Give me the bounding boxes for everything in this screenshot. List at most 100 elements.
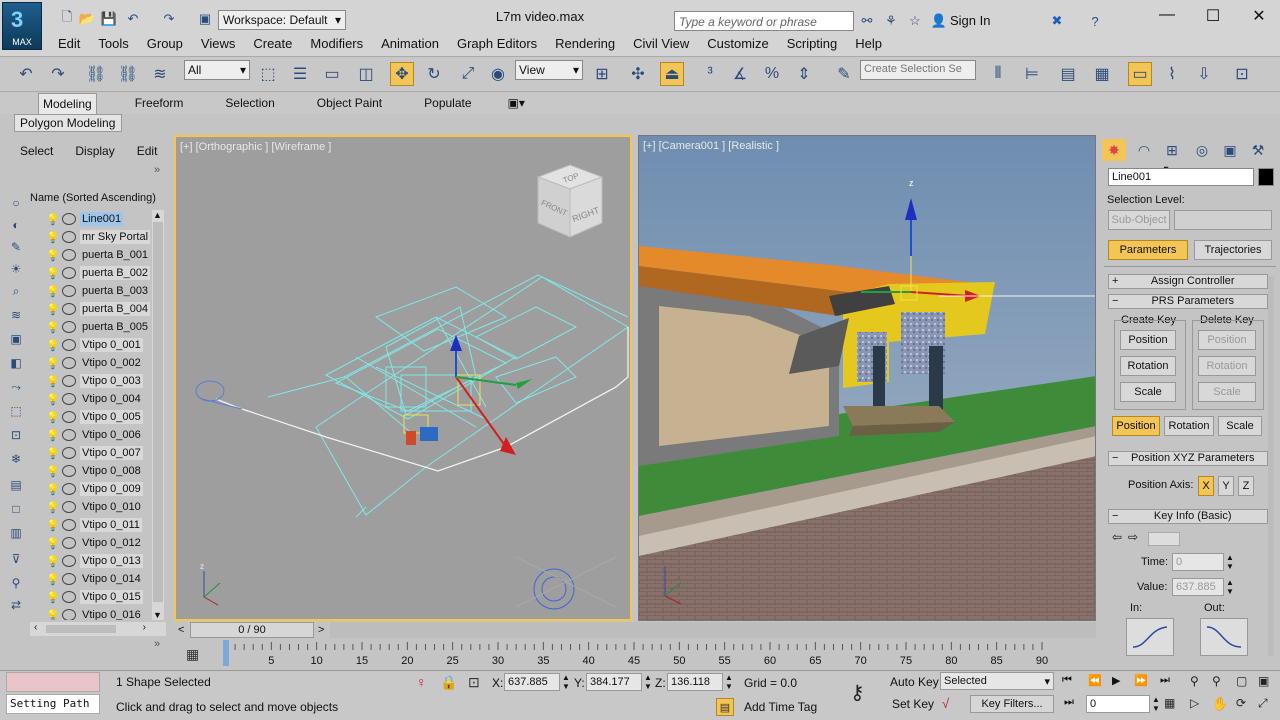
workspace-dropdown[interactable]: Workspace: Default ▾ — [218, 10, 346, 30]
visibility-icon[interactable] — [62, 393, 76, 405]
y-spinner-icon[interactable]: ▲ ▼ — [644, 673, 652, 691]
utilities-tab-icon[interactable]: ⚒ — [1246, 139, 1270, 161]
z-spinner-icon[interactable]: ▲ ▼ — [725, 673, 733, 691]
select-by-name-icon[interactable]: ☰ — [288, 62, 312, 86]
display-xrefs-icon[interactable]: ⤳ — [6, 378, 26, 396]
display-bones-icon[interactable]: ⬚ — [6, 402, 26, 420]
key-icon[interactable]: ⚷ — [850, 680, 865, 705]
menu-scripting[interactable]: Scripting — [787, 36, 838, 56]
scale-mode-button[interactable]: Scale — [1218, 416, 1262, 436]
key-info-rollout[interactable]: − Key Info (Basic) — [1108, 509, 1268, 524]
visibility-icon[interactable] — [62, 339, 76, 351]
material-editor-icon[interactable]: ⊡ — [1230, 62, 1254, 86]
hierarchy-tab-icon[interactable]: ⊞ — [1160, 139, 1184, 161]
tab-freeform[interactable]: Freeform — [131, 93, 188, 114]
undo-icon[interactable]: ↶ — [14, 62, 38, 86]
display-shapes-icon[interactable]: ✎ — [6, 238, 26, 256]
bind-space-warp-icon[interactable]: ≋ — [148, 62, 172, 86]
display-helpers-icon[interactable]: ≋ — [6, 306, 26, 324]
assign-controller-rollout[interactable]: + Assign Controller — [1108, 274, 1268, 289]
mirror-icon[interactable]: ⫴ — [986, 62, 1010, 86]
play-icon[interactable]: ▶ — [1112, 674, 1120, 687]
go-to-end-icon[interactable]: ⏭ — [1160, 674, 1170, 687]
list-item[interactable]: 💡 Vtipo 0_012 — [30, 534, 158, 552]
maxscript-listener-pink[interactable] — [6, 672, 100, 692]
visibility-icon[interactable] — [62, 537, 76, 549]
maximize-viewport-icon[interactable]: ⤢ — [1258, 696, 1268, 711]
visibility-icon[interactable] — [62, 609, 76, 620]
lightbulb-icon[interactable]: 💡 — [46, 213, 60, 226]
move-icon[interactable]: ✥ — [390, 62, 414, 86]
object-color-swatch[interactable] — [1258, 168, 1274, 186]
sub-object-dropdown[interactable] — [1174, 210, 1272, 230]
lightbulb-icon[interactable]: 💡 — [46, 429, 60, 442]
go-to-start-icon[interactable]: ⏮ — [1062, 674, 1072, 687]
list-item[interactable]: 💡 Vtipo 0_003 — [30, 372, 158, 390]
list-item[interactable]: 💡 Vtipo 0_004 — [30, 390, 158, 408]
viewport-label[interactable]: [+] [Orthographic ] [Wireframe ] — [180, 141, 331, 153]
list-item[interactable]: 💡 Vtipo 0_009 — [30, 480, 158, 498]
filter-icon[interactable]: ⊽ — [6, 550, 26, 568]
curve-editor-icon[interactable]: ⌇ — [1160, 62, 1184, 86]
lightbulb-icon[interactable]: 💡 — [46, 609, 60, 621]
isolate-selection-icon[interactable]: ♀ — [416, 674, 427, 690]
menu-modifiers[interactable]: Modifiers — [310, 36, 363, 56]
display-cameras-icon[interactable]: ⌕ — [6, 282, 26, 300]
menu-rendering[interactable]: Rendering — [555, 36, 615, 56]
layer-explorer-icon[interactable]: ▦ — [1090, 62, 1114, 86]
key-number-field[interactable] — [1148, 532, 1180, 546]
edit-named-selection-icon[interactable]: ✎ — [832, 62, 856, 86]
scroll-right-icon[interactable]: › — [143, 622, 146, 633]
delete-rotation-key-button[interactable]: Rotation — [1198, 356, 1256, 376]
field-of-view-icon[interactable]: ▷ — [1190, 696, 1199, 710]
window-crossing-icon[interactable]: ◫ — [354, 62, 378, 86]
visibility-icon[interactable] — [62, 573, 76, 585]
time-configuration-icon[interactable]: ▦ — [1164, 696, 1175, 710]
y-coordinate-field[interactable]: 384.177 — [586, 673, 642, 691]
display-groups-icon[interactable]: ◧ — [6, 354, 26, 372]
lightbulb-icon[interactable]: 💡 — [46, 231, 60, 244]
lightbulb-icon[interactable]: 💡 — [46, 393, 60, 406]
lightbulb-icon[interactable]: 💡 — [46, 375, 60, 388]
link-icon[interactable]: ⛓ — [84, 62, 108, 86]
scroll-down-icon[interactable]: ▼ — [153, 610, 162, 620]
snaps-toggle-icon[interactable]: ³ — [698, 62, 722, 86]
redo-icon[interactable]: ↷ — [160, 10, 178, 28]
previous-frame-icon[interactable]: ⏪ — [1088, 674, 1102, 687]
rotation-mode-button[interactable]: Rotation — [1164, 416, 1214, 436]
position-xyz-rollout[interactable]: − Position XYZ Parameters — [1108, 451, 1268, 466]
current-time-marker[interactable] — [223, 640, 229, 666]
scene-list-hscrollbar[interactable]: ‹ › — [30, 622, 166, 636]
select-object-icon[interactable]: ⬚ — [256, 62, 280, 86]
keyword-search-input[interactable]: Type a keyword or phrase — [674, 11, 854, 31]
list-item[interactable]: 💡 Vtipo 0_010 — [30, 498, 158, 516]
display-none-filter-icon[interactable]: □ — [6, 500, 26, 518]
visibility-icon[interactable] — [62, 465, 76, 477]
tab-populate[interactable]: Populate — [420, 93, 475, 114]
help-icon[interactable]: ? — [1086, 12, 1104, 30]
lightbulb-icon[interactable]: 💡 — [46, 483, 60, 496]
find-icon[interactable]: ⚲ — [6, 574, 26, 592]
viewport-camera[interactable]: [+] [Camera001 ] [Realistic ] z — [638, 135, 1096, 621]
list-item[interactable]: 💡 Vtipo 0_014 — [30, 570, 158, 588]
object-name-field[interactable]: Line001 — [1108, 168, 1254, 186]
display-geometry-icon[interactable]: ◐ — [6, 216, 26, 234]
value-spinner-icon[interactable]: ▲ ▼ — [1226, 578, 1234, 596]
unlink-icon[interactable]: ⛓ — [116, 62, 140, 86]
project-folder-icon[interactable]: ▣ — [196, 10, 214, 28]
display-containers-icon[interactable]: ⊡ — [6, 426, 26, 444]
lightbulb-icon[interactable]: 💡 — [46, 447, 60, 460]
zoom-extents-icon[interactable]: ▢ — [1236, 674, 1247, 688]
scene-menu-display[interactable]: Display — [75, 144, 114, 158]
lightbulb-icon[interactable]: 💡 — [46, 321, 60, 334]
create-rotation-key-button[interactable]: Rotation — [1120, 356, 1176, 376]
list-item[interactable]: 💡 mr Sky Portal — [30, 228, 158, 246]
x-coordinate-field[interactable]: 637.885 — [504, 673, 560, 691]
orbit-icon[interactable]: ⟳ — [1236, 696, 1246, 710]
list-item[interactable]: 💡 Vtipo 0_013 — [30, 552, 158, 570]
list-item[interactable]: 💡 Vtipo 0_016 — [30, 606, 158, 620]
redo-icon[interactable]: ↷ — [46, 62, 70, 86]
minimize-button[interactable]: — — [1144, 6, 1190, 28]
trackbar[interactable]: 051015202530354045505560657075808590 — [180, 640, 1100, 668]
close-button[interactable]: ✕ — [1236, 6, 1280, 28]
